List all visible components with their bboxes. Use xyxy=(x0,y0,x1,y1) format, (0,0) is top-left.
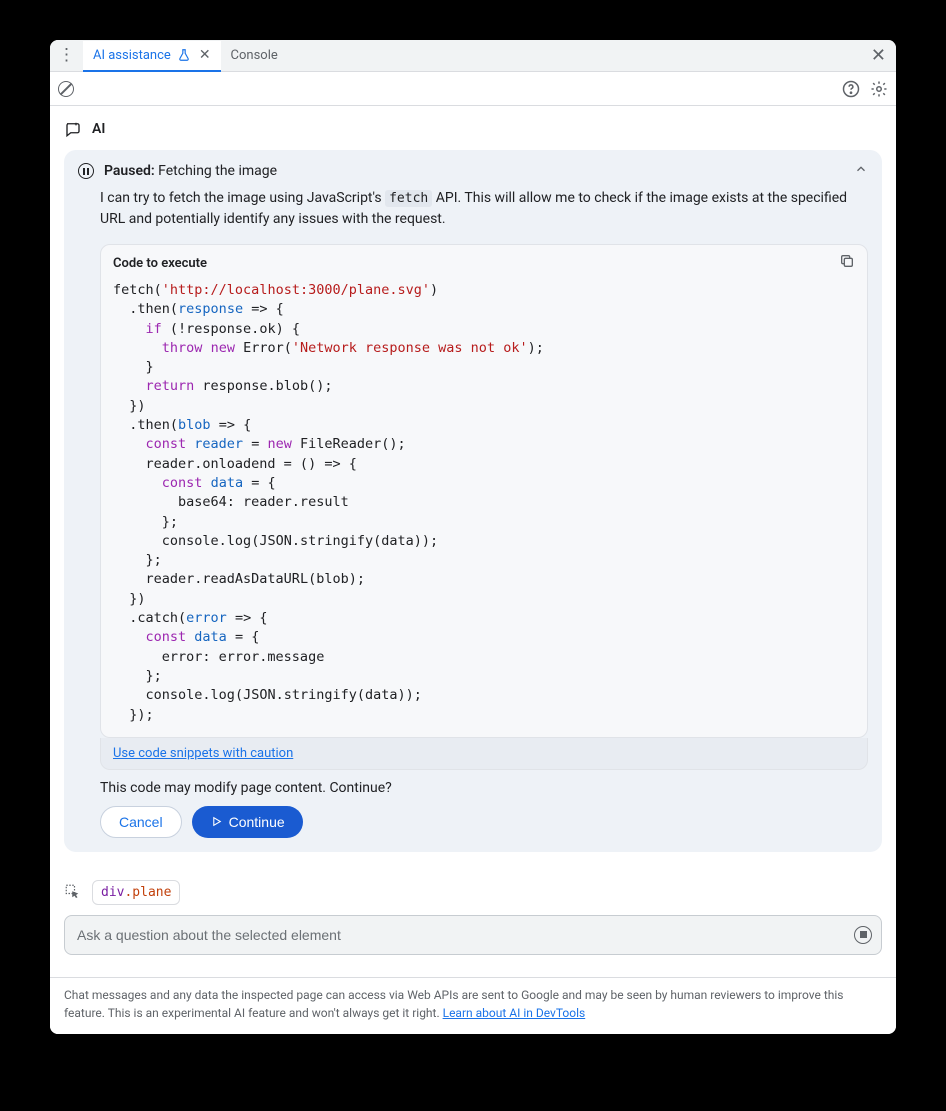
ai-label: AI xyxy=(92,121,105,137)
code-card: Code to execute fetch('http://localhost:… xyxy=(100,244,868,738)
cancel-button[interactable]: Cancel xyxy=(100,806,182,838)
panel-title: Paused: Fetching the image xyxy=(104,163,277,179)
tab-label: Console xyxy=(231,48,278,63)
flask-icon xyxy=(177,48,191,62)
element-selector-row: div.plane xyxy=(64,880,882,905)
chat-sparkle-icon xyxy=(64,120,82,138)
footer-disclaimer: Chat messages and any data the inspected… xyxy=(50,977,896,1034)
prompt-input[interactable] xyxy=(64,915,882,955)
confirm-text: This code may modify page content. Conti… xyxy=(64,770,882,806)
tab-console[interactable]: Console xyxy=(221,40,288,71)
footer-link[interactable]: Learn about AI in DevTools xyxy=(443,1006,586,1020)
clear-icon[interactable] xyxy=(58,81,74,97)
help-icon[interactable] xyxy=(842,80,860,98)
copy-icon[interactable] xyxy=(839,253,855,273)
close-tab-icon[interactable]: ✕ xyxy=(199,47,211,63)
caution-link[interactable]: Use code snippets with caution xyxy=(113,746,293,761)
element-picker-icon[interactable] xyxy=(64,883,82,901)
button-row: Cancel Continue xyxy=(64,806,882,838)
caution-banner: Use code snippets with caution xyxy=(100,738,868,770)
code-card-title: Code to execute xyxy=(113,256,207,271)
tab-bar: ⋮ AI assistance ✕ Console ✕ xyxy=(50,40,896,72)
more-menu-icon[interactable]: ⋮ xyxy=(50,47,83,64)
panel-header: Paused: Fetching the image xyxy=(64,150,882,188)
close-panel-icon[interactable]: ✕ xyxy=(861,45,896,66)
devtools-window: ⋮ AI assistance ✕ Console ✕ xyxy=(50,40,896,1034)
gear-icon[interactable] xyxy=(870,80,888,98)
code-card-header: Code to execute xyxy=(101,245,867,281)
continue-button[interactable]: Continue xyxy=(192,806,303,838)
tab-label: AI assistance xyxy=(93,48,171,63)
code-block[interactable]: fetch('http://localhost:3000/plane.svg')… xyxy=(101,281,867,737)
collapse-icon[interactable] xyxy=(854,162,868,180)
toolbar xyxy=(50,72,896,106)
pause-icon xyxy=(78,163,94,179)
element-chip[interactable]: div.plane xyxy=(92,880,180,905)
prompt-input-row xyxy=(64,915,882,955)
ai-section-header: AI xyxy=(64,120,882,138)
panel-description: I can try to fetch the image using JavaS… xyxy=(64,188,882,238)
stop-icon[interactable] xyxy=(854,926,872,944)
paused-panel: Paused: Fetching the image I can try to … xyxy=(64,150,882,852)
content-area: AI Paused: Fetching the image I can try … xyxy=(50,106,896,977)
play-icon xyxy=(210,815,223,828)
tab-ai-assistance[interactable]: AI assistance ✕ xyxy=(83,41,221,72)
